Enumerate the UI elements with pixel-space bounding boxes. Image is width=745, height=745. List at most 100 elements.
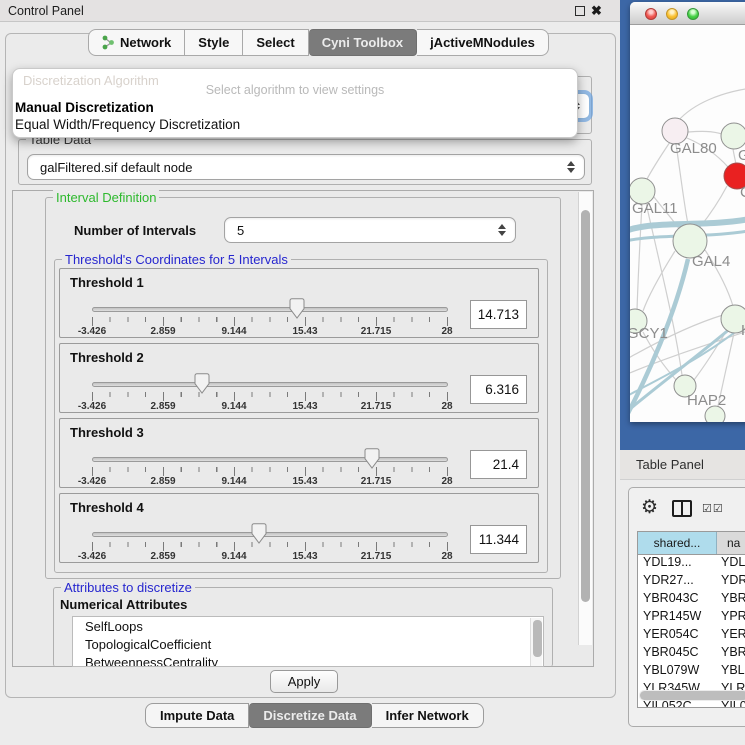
threshold-value-field[interactable]: 6.316 — [470, 375, 527, 404]
split-columns-icon[interactable] — [672, 500, 692, 517]
list-scrollbar[interactable] — [530, 618, 542, 667]
list-item[interactable]: TopologicalCoefficient — [73, 635, 543, 653]
table-row[interactable]: YPR145WYPR1 — [638, 609, 745, 627]
scrollbar-thumb[interactable] — [533, 620, 542, 657]
tab-jactivemnodules[interactable]: jActiveMNodules — [417, 29, 549, 56]
cell[interactable]: YBR0 — [717, 591, 745, 609]
tab-discretize-data[interactable]: Discretize Data — [249, 703, 371, 728]
column-header-shared[interactable]: shared... — [638, 532, 717, 554]
numerical-attributes-label: Numerical Attributes — [60, 597, 187, 612]
tick-label: 28 — [441, 401, 452, 412]
slider-track[interactable] — [92, 382, 448, 387]
dropdown-option-equal-width[interactable]: Equal Width/Frequency Discretization — [15, 117, 240, 132]
table-data-combo[interactable]: galFiltered.sif default node — [27, 154, 585, 180]
gear-icon[interactable]: ⚙ — [641, 498, 658, 517]
slider-thumb[interactable] — [194, 373, 210, 394]
interval-definition-title: Interval Definition — [53, 190, 159, 205]
node-label: GAL11 — [632, 200, 678, 217]
tick-label: 28 — [441, 476, 452, 487]
zoom-traffic-light-icon[interactable] — [687, 8, 699, 20]
thresholds-group-title: Threshold's Coordinates for 5 Intervals — [62, 252, 291, 267]
table-row[interactable]: YBL079WYBL0 — [638, 663, 745, 681]
table-row[interactable]: YBR045CYBR0 — [638, 645, 745, 663]
cell[interactable]: YBR045C — [638, 645, 717, 663]
tab-style[interactable]: Style — [185, 29, 243, 56]
list-item[interactable]: SelfLoops — [73, 617, 543, 635]
cell[interactable]: YDR2 — [717, 573, 745, 591]
table-row[interactable]: YBR043CYBR0 — [638, 591, 745, 609]
tick-label: 2.859 — [150, 326, 175, 337]
node-ga[interactable] — [721, 123, 745, 149]
slider-track[interactable] — [92, 307, 448, 312]
tab-label: Network — [120, 35, 171, 50]
cell[interactable]: YDL1 — [717, 555, 745, 573]
threshold-value-field[interactable]: 21.4 — [470, 450, 527, 479]
tab-select[interactable]: Select — [243, 29, 308, 56]
tick-label: 2.859 — [150, 476, 175, 487]
float-window-icon[interactable] — [575, 6, 585, 16]
threshold-3-box: Threshold 3 -3.426 2.859 9.144 15.43 21.… — [59, 418, 539, 488]
tab-impute-data[interactable]: Impute Data — [145, 703, 249, 728]
dropdown-option-manual[interactable]: Manual Discretization — [15, 100, 154, 115]
tick-label: -3.426 — [78, 476, 106, 487]
scrollbar-thumb[interactable] — [581, 210, 590, 602]
tab-cyni-toolbox[interactable]: Cyni Toolbox — [309, 29, 417, 56]
apply-button[interactable]: Apply — [270, 670, 338, 693]
slider-track[interactable] — [92, 457, 448, 462]
network-window[interactable]: GAL80 GA C GAL11 GAL4 GCY1 H HAP2 — [630, 2, 745, 422]
minimize-traffic-light-icon[interactable] — [666, 8, 678, 20]
horizontal-scrollbar[interactable] — [639, 690, 745, 701]
threshold-label: Threshold 4 — [70, 500, 144, 515]
table-row[interactable]: YDR27...YDR2 — [638, 573, 745, 591]
cell[interactable]: YPR1 — [717, 609, 745, 627]
number-of-intervals-label: Number of Intervals — [74, 223, 196, 238]
tab-network[interactable]: Network — [88, 29, 185, 56]
tab-label: Discretize Data — [263, 708, 356, 723]
number-of-intervals-combo[interactable]: 5 — [224, 217, 516, 243]
table-data-value: galFiltered.sif default node — [40, 160, 192, 175]
tick-label: 9.144 — [221, 326, 246, 337]
cell[interactable]: YER054C — [638, 627, 717, 645]
column-header-name[interactable]: na — [717, 532, 745, 554]
table-row[interactable]: YER054CYER0 — [638, 627, 745, 645]
cell[interactable]: YBL079W — [638, 663, 717, 681]
cell[interactable]: YBR043C — [638, 591, 717, 609]
node-attribute-table[interactable]: shared... na YDL19...YDL1 YDR27...YDR2 Y… — [637, 531, 745, 708]
tick-label: 2.859 — [150, 401, 175, 412]
scrollbar-thumb[interactable] — [640, 691, 745, 700]
cell[interactable]: YPR145W — [638, 609, 717, 627]
tick-label: 15.43 — [292, 476, 317, 487]
slider-track[interactable] — [92, 532, 448, 537]
threshold-4-box: Threshold 4 -3.426 2.859 9.144 15.43 21.… — [59, 493, 539, 563]
slider-thumb[interactable] — [251, 523, 267, 544]
slider-thumb[interactable] — [289, 298, 305, 319]
network-canvas[interactable]: GAL80 GA C GAL11 GAL4 GCY1 H HAP2 — [630, 25, 745, 422]
spinner-arrows-icon — [498, 223, 507, 237]
checkboxes-icon[interactable]: ☑☑ — [702, 502, 724, 515]
tab-infer-network[interactable]: Infer Network — [372, 703, 484, 728]
close-traffic-light-icon[interactable] — [645, 8, 657, 20]
tick-label: 21.715 — [361, 401, 392, 412]
table-data-group: Table Data galFiltered.sif default node — [18, 139, 592, 185]
tick-label: 9.144 — [221, 476, 246, 487]
threshold-value-field[interactable]: 14.713 — [470, 300, 527, 329]
threshold-value-field[interactable]: 11.344 — [470, 525, 527, 554]
slider-ticks-major — [92, 392, 449, 401]
tick-label: 21.715 — [361, 551, 392, 562]
tick-label: -3.426 — [78, 326, 106, 337]
close-icon[interactable]: ✖ — [591, 3, 602, 19]
cell[interactable]: YBR0 — [717, 645, 745, 663]
cell[interactable]: YER0 — [717, 627, 745, 645]
cell[interactable]: YBL0 — [717, 663, 745, 681]
attributes-group: Attributes to discretize Numerical Attri… — [53, 587, 553, 667]
slider-thumb[interactable] — [364, 448, 380, 469]
numerical-attributes-list[interactable]: SelfLoops TopologicalCoefficient Between… — [72, 616, 544, 667]
tab-label: Style — [198, 35, 229, 50]
cell[interactable]: YDL19... — [638, 555, 717, 573]
list-item[interactable]: BetweennessCentrality — [73, 653, 543, 667]
vertical-scrollbar[interactable] — [578, 192, 592, 645]
settings-scrollpane: Interval Definition Number of Intervals … — [12, 190, 594, 667]
table-row[interactable]: YDL19...YDL1 — [638, 555, 745, 573]
cell[interactable]: YDR27... — [638, 573, 717, 591]
tick-label: -3.426 — [78, 401, 106, 412]
